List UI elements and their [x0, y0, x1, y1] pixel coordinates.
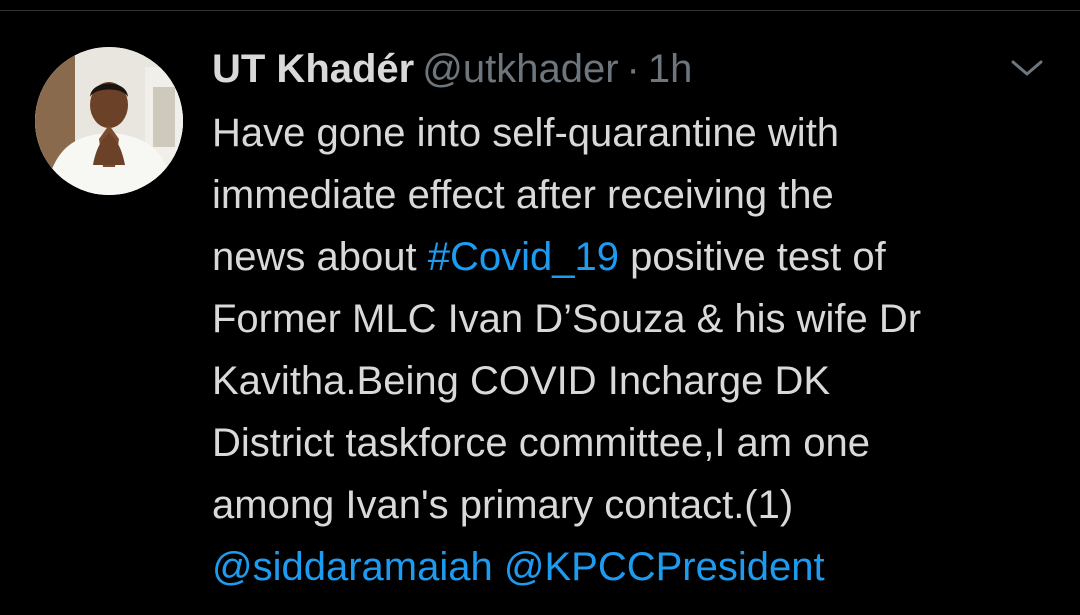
- timestamp[interactable]: 1h: [648, 47, 693, 91]
- tweet-text-line: Have gone into self-quarantine with: [212, 102, 1052, 164]
- text-segment: [493, 545, 504, 589]
- separator-dot: ·: [626, 47, 640, 91]
- text-segment: positive test of: [618, 235, 886, 279]
- tweet-card[interactable]: UT Khadér @utkhader · 1h Have gone into sel…: [0, 0, 1080, 615]
- chevron-down-icon: [1011, 60, 1043, 76]
- text-segment: Kavitha.Being COVID Incharge DK: [212, 359, 831, 403]
- tweet-text-line: District taskforce committee,I am one: [212, 412, 1052, 474]
- tweet-text-line: Former MLC Ivan D’Souza & his wife Dr: [212, 288, 1052, 350]
- text-segment: Former MLC Ivan D’Souza & his wife Dr: [212, 297, 922, 341]
- more-options-button[interactable]: [1007, 52, 1047, 82]
- tweet-text-line: Kavitha.Being COVID Incharge DK: [212, 350, 1052, 412]
- profile-photo-icon: [35, 47, 183, 195]
- tweet-text-line: among Ivan's primary contact.(1): [212, 474, 1052, 536]
- tweet-header: UT Khadér @utkhader · 1h: [212, 44, 692, 94]
- text-segment: among Ivan's primary contact.(1): [212, 483, 794, 527]
- text-segment: Have gone into self-quarantine with: [212, 111, 840, 155]
- user-handle[interactable]: @utkhader: [422, 47, 618, 91]
- hashtag-link[interactable]: #Covid_19: [428, 235, 619, 279]
- tweet-text-line: @siddaramaiah @KPCCPresident: [212, 536, 1052, 598]
- text-segment: immediate effect after receiving the: [212, 173, 834, 217]
- mention-link[interactable]: @siddaramaiah: [212, 545, 493, 589]
- text-segment: District taskforce committee,I am one: [212, 421, 870, 465]
- mention-link[interactable]: @KPCCPresident: [504, 545, 825, 589]
- tweet-text-line: news about #Covid_19 positive test of: [212, 226, 1052, 288]
- text-segment: news about: [212, 235, 428, 279]
- tweet-text: Have gone into self-quarantine with imme…: [212, 102, 1052, 598]
- avatar[interactable]: [35, 47, 183, 195]
- tweet-text-line: immediate effect after receiving the: [212, 164, 1052, 226]
- display-name[interactable]: UT Khadér: [212, 47, 414, 91]
